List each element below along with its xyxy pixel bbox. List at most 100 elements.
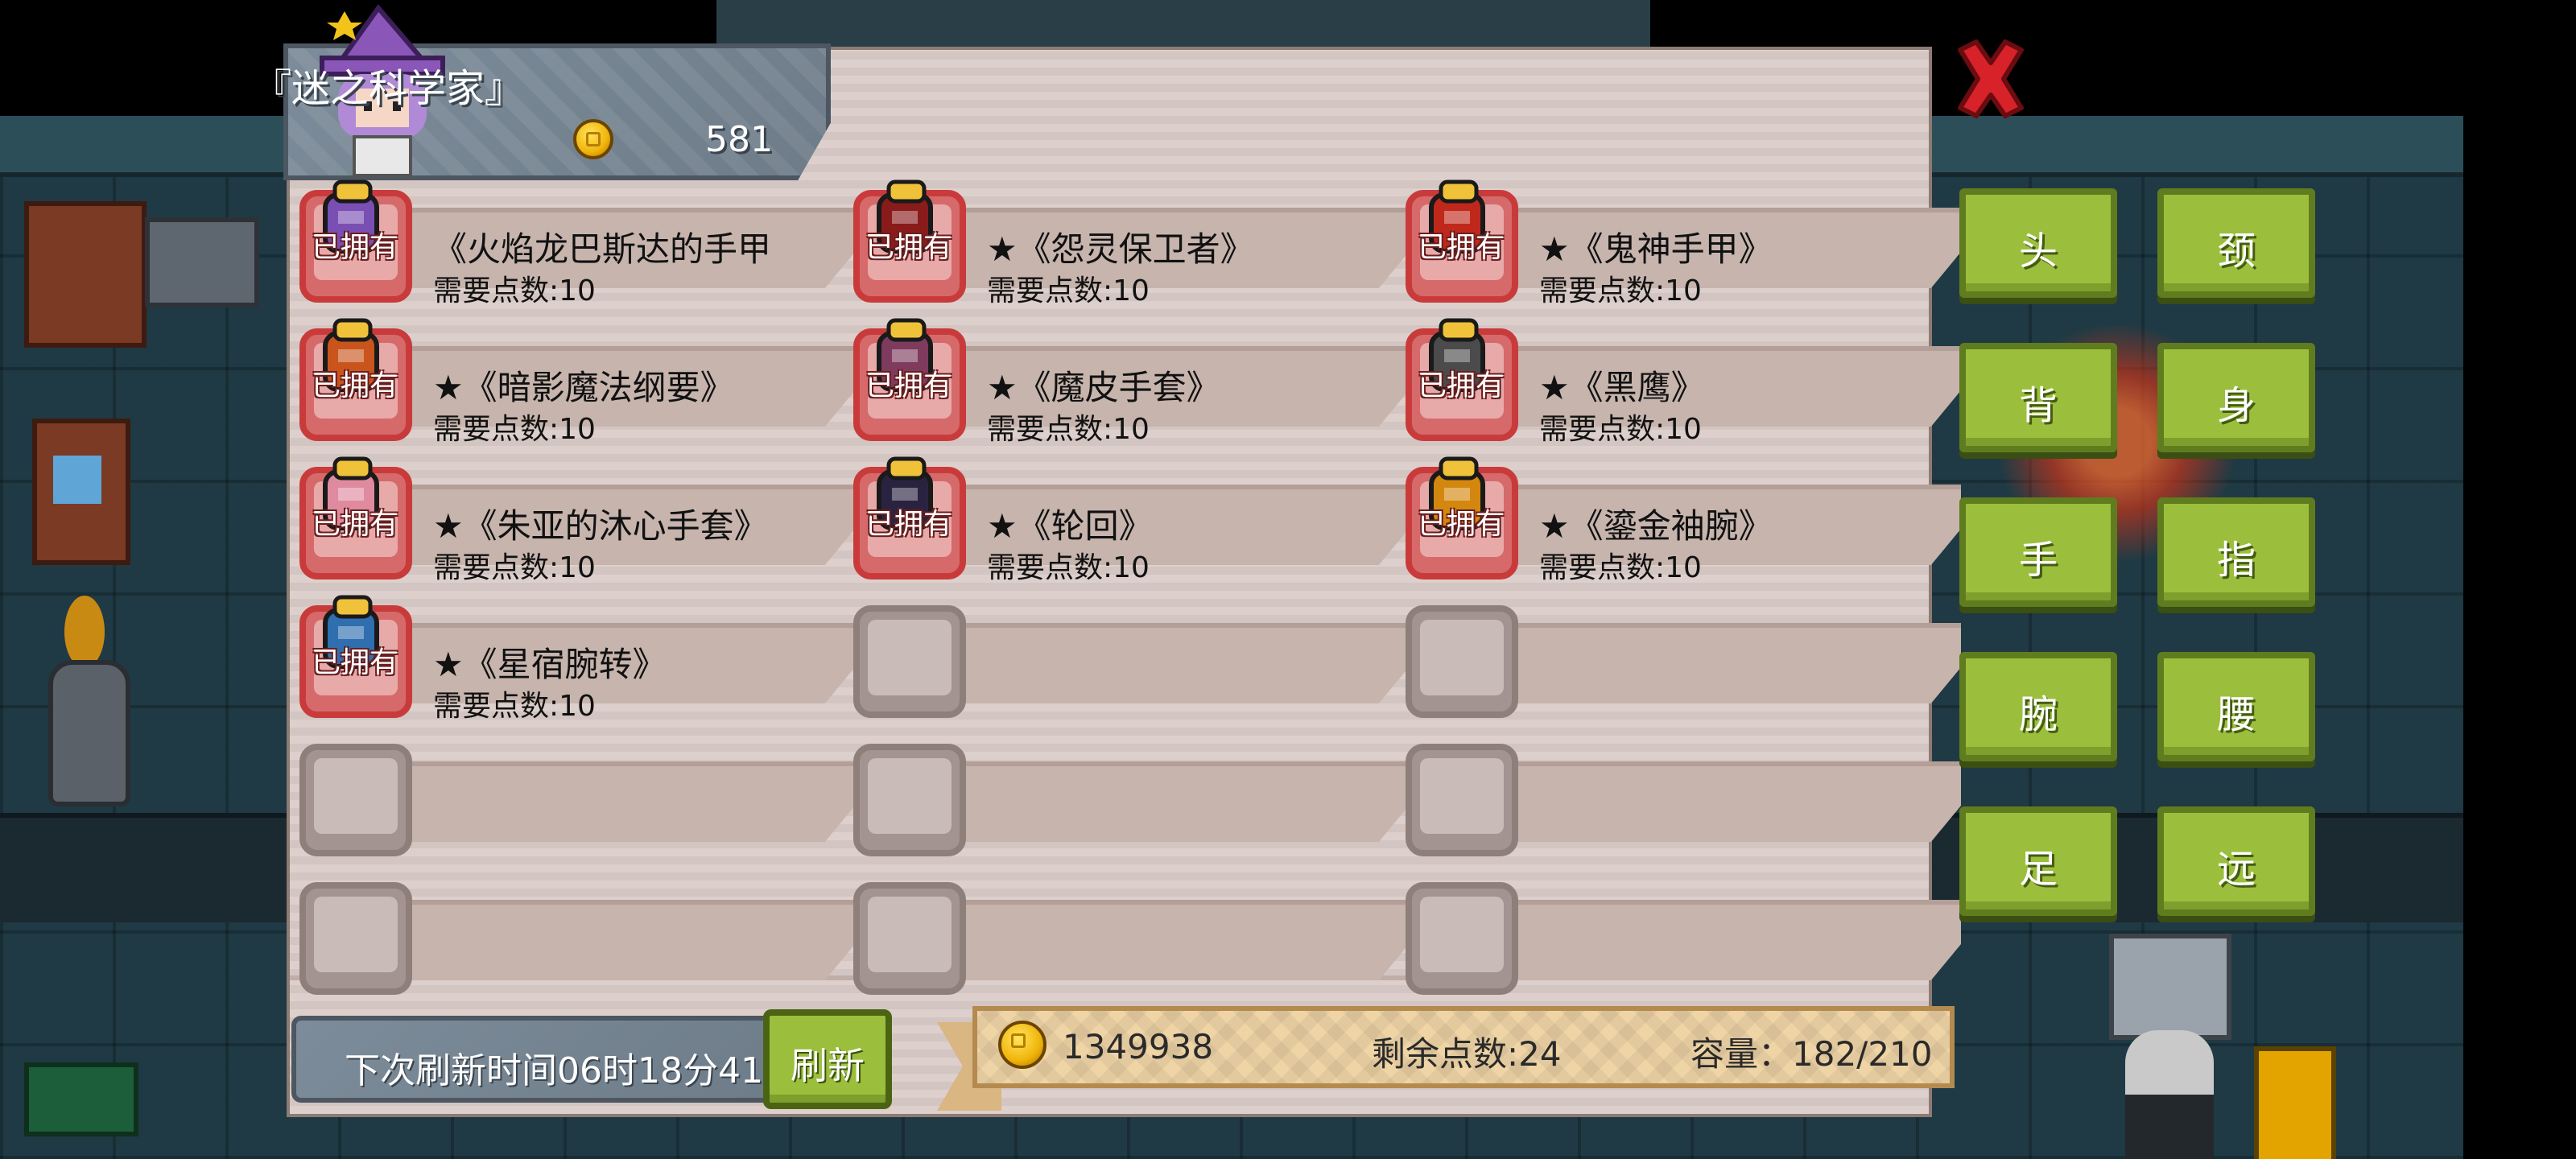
empty-item-card xyxy=(845,597,1409,718)
owned-tag: 已拥有 xyxy=(865,369,952,402)
owned-tag: 已拥有 xyxy=(311,508,398,541)
shop-title: 『迷之科学家』 xyxy=(252,66,523,111)
item-name: ★《怨灵保卫者》 xyxy=(987,229,1254,269)
owned-tag: 已拥有 xyxy=(865,231,952,264)
item-card[interactable]: 已拥有 ★《魔皮手套》需要点数:10 xyxy=(845,318,1409,446)
item-cost: 需要点数:10 xyxy=(433,274,596,307)
gold-coin-icon xyxy=(573,119,613,159)
background-flower xyxy=(64,596,105,668)
item-card[interactable]: 已拥有 ★《星宿腕转》需要点数:10 xyxy=(291,595,855,723)
background-device xyxy=(2109,934,2231,1040)
item-card[interactable]: 已拥有 ★《暗影魔法纲要》需要点数:10 xyxy=(291,318,855,446)
background-edge xyxy=(2463,0,2576,1159)
close-button[interactable] xyxy=(1952,39,2029,119)
item-cost: 需要点数:10 xyxy=(987,413,1150,446)
category-button[interactable]: 腰 xyxy=(2157,652,2315,761)
category-button[interactable]: 身 xyxy=(2157,343,2315,452)
item-cost: 需要点数:10 xyxy=(433,551,596,584)
refresh-timer-text: 下次刷新时间06时18分41 xyxy=(345,1050,763,1091)
item-card[interactable]: 已拥有 ★《鎏金袖腕》需要点数:10 xyxy=(1397,456,1961,584)
capacity: 容量：182/210 xyxy=(1690,1034,1933,1074)
refresh-button[interactable]: 刷新 xyxy=(763,1009,892,1109)
background-vase xyxy=(48,660,130,806)
empty-item-card xyxy=(845,874,1409,995)
refresh-button-label: 刷新 xyxy=(791,1044,865,1087)
category-button[interactable]: 远 xyxy=(2157,806,2315,916)
owned-tag: 已拥有 xyxy=(311,646,398,679)
category-button[interactable]: 背 xyxy=(1959,343,2117,452)
item-cost: 需要点数:10 xyxy=(433,690,596,723)
category-button[interactable]: 手 xyxy=(1959,497,2117,607)
empty-item-card xyxy=(291,874,855,995)
empty-item-card xyxy=(845,736,1409,856)
item-name: 《火焰龙巴斯达的手甲 xyxy=(433,229,772,269)
item-name: ★《黑鹰》 xyxy=(1539,368,1705,407)
item-cost: 需要点数:10 xyxy=(1539,274,1702,307)
empty-item-card xyxy=(1397,874,1961,995)
item-card[interactable]: 已拥有 ★《怨灵保卫者》需要点数:10 xyxy=(845,179,1409,307)
background-npc-body xyxy=(2125,1095,2214,1159)
item-slot[interactable] xyxy=(1406,882,1518,995)
gold-total: 1349938 xyxy=(1063,1027,1214,1066)
category-button[interactable]: 指 xyxy=(2157,497,2315,607)
background-lantern xyxy=(2254,1046,2336,1159)
item-name: ★《鬼神手甲》 xyxy=(1539,229,1773,269)
owned-tag: 已拥有 xyxy=(865,508,952,541)
owned-tag: 已拥有 xyxy=(1417,231,1505,264)
item-slot[interactable] xyxy=(853,605,966,718)
owned-tag: 已拥有 xyxy=(311,231,398,264)
category-label: 足 xyxy=(2018,847,2058,892)
close-icon xyxy=(1958,39,2024,118)
item-slot[interactable] xyxy=(299,744,412,856)
item-cost: 需要点数:10 xyxy=(987,274,1150,307)
category-label: 远 xyxy=(2216,847,2256,892)
owned-tag: 已拥有 xyxy=(311,369,398,402)
merchant-gold-count: 581 xyxy=(705,119,773,160)
item-name: ★《鎏金袖腕》 xyxy=(1539,506,1773,546)
category-label: 头 xyxy=(2018,229,2058,274)
item-cost: 需要点数:10 xyxy=(1539,551,1702,584)
item-name: ★《暗影魔法纲要》 xyxy=(433,368,734,407)
category-label: 腰 xyxy=(2216,692,2256,737)
background-cabinet xyxy=(24,201,147,348)
refresh-timer-panel: 下次刷新时间06时18分41 xyxy=(291,1016,791,1103)
item-card[interactable]: 已拥有 《火焰龙巴斯达的手甲需要点数:10 xyxy=(291,179,855,307)
empty-item-card xyxy=(1397,736,1961,856)
item-slot[interactable] xyxy=(1406,605,1518,718)
item-card[interactable]: 已拥有 ★《轮回》需要点数:10 xyxy=(845,456,1409,584)
item-name: ★《星宿腕转》 xyxy=(433,645,667,684)
category-label: 指 xyxy=(2216,538,2256,583)
item-slot[interactable] xyxy=(853,744,966,856)
item-cost: 需要点数:10 xyxy=(987,551,1150,584)
category-button[interactable]: 颈 xyxy=(2157,188,2315,298)
item-name: ★《魔皮手套》 xyxy=(987,368,1220,407)
category-button[interactable]: 头 xyxy=(1959,188,2117,298)
background-ceiling xyxy=(716,0,1650,48)
background-machine xyxy=(145,217,259,307)
category-button[interactable]: 足 xyxy=(1959,806,2117,916)
category-button[interactable]: 腕 xyxy=(1959,652,2117,761)
item-cost: 需要点数:10 xyxy=(433,413,596,446)
item-card[interactable]: 已拥有 ★《朱亚的沐心手套》需要点数:10 xyxy=(291,456,855,584)
item-card[interactable]: 已拥有 ★《黑鹰》需要点数:10 xyxy=(1397,318,1961,446)
background-shelf xyxy=(32,419,130,565)
item-name: ★《朱亚的沐心手套》 xyxy=(433,506,768,546)
gold-total-icon xyxy=(998,1021,1046,1069)
item-cost: 需要点数:10 xyxy=(1539,413,1702,446)
empty-item-card xyxy=(1397,597,1961,718)
category-label: 身 xyxy=(2216,383,2256,428)
background-circuit-board xyxy=(24,1062,138,1136)
category-label: 手 xyxy=(2018,538,2058,583)
category-label: 颈 xyxy=(2216,229,2256,274)
item-name: ★《轮回》 xyxy=(987,506,1153,546)
item-card[interactable]: 已拥有 ★《鬼神手甲》需要点数:10 xyxy=(1397,179,1961,307)
owned-tag: 已拥有 xyxy=(1417,369,1505,402)
owned-tag: 已拥有 xyxy=(1417,508,1505,541)
category-label: 腕 xyxy=(2018,692,2058,737)
item-slot[interactable] xyxy=(299,882,412,995)
item-slot[interactable] xyxy=(853,882,966,995)
empty-item-card xyxy=(291,736,855,856)
item-slot[interactable] xyxy=(1406,744,1518,856)
category-label: 背 xyxy=(2018,383,2058,428)
points-remaining: 剩余点数:24 xyxy=(1372,1034,1562,1074)
